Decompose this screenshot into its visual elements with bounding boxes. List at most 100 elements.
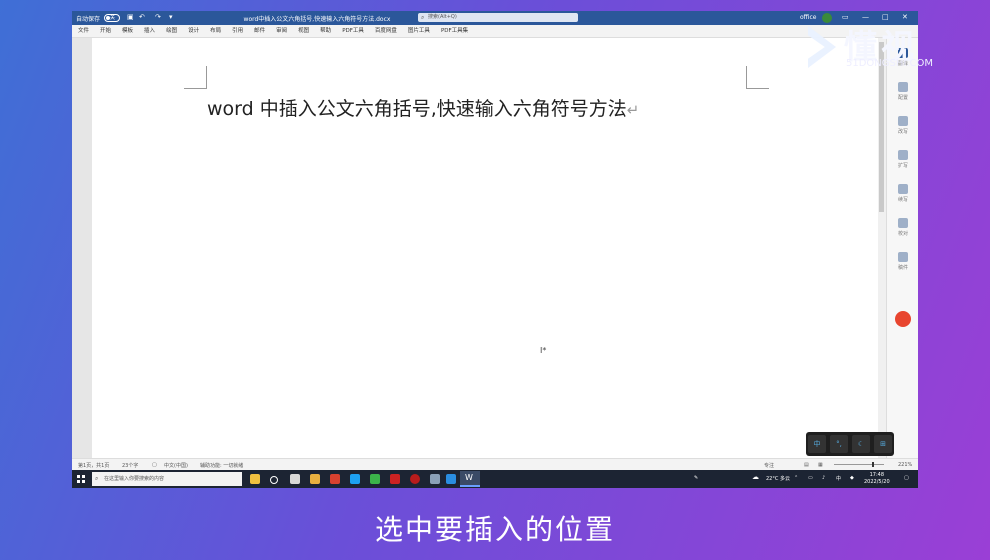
tab-design[interactable]: 设计 [188, 25, 199, 37]
read-mode-icon[interactable]: ▤ [804, 462, 809, 468]
ime-toolbar: 中 °, ☾ ⊞ [806, 432, 894, 456]
print-layout-icon[interactable]: ▦ [818, 462, 823, 468]
notification-icon[interactable]: ▢ [904, 475, 909, 481]
word-count[interactable]: 23个字 [122, 462, 138, 469]
expand-icon [898, 150, 908, 160]
side-item-label: 校对 [897, 231, 908, 237]
side-item-rewrite[interactable]: 改写 [887, 116, 918, 135]
app-red-icon[interactable] [390, 474, 400, 484]
search-placeholder: 搜索(Alt+Q) [428, 14, 457, 20]
tab-references[interactable]: 引用 [232, 25, 243, 37]
proofing-icon[interactable]: ▢ [152, 462, 157, 468]
zoom-level[interactable]: 221% [898, 462, 912, 468]
pen-icon[interactable]: ✎ [694, 475, 698, 481]
side-item-label: 续写 [897, 197, 908, 203]
autosave-toggle-label: 关 [110, 15, 116, 21]
ime-indicator[interactable]: 中 [836, 475, 841, 482]
weather-text[interactable]: 22°C 多云 [766, 475, 790, 482]
tab-layout[interactable]: 布局 [210, 25, 221, 37]
search-input[interactable]: ⌕ 搜索(Alt+Q) [418, 13, 578, 22]
record-icon[interactable] [410, 474, 420, 484]
focus-mode[interactable]: 专注 [764, 462, 774, 469]
tab-review[interactable]: 审阅 [276, 25, 287, 37]
document-canvas: word 中插入公文六角括号,快速输入六角符号方法↵ I* [72, 38, 918, 458]
page-count[interactable]: 第1页，共1页 [78, 462, 109, 469]
taskbar: ⌕ 在这里输入你要搜索的内容 ✎ ☁ 22°C 多云 ⌃ ▭ ♪ 中 ◆ 17:… [72, 470, 918, 488]
undo-icon[interactable]: ↶ [139, 13, 145, 21]
zoom-slider[interactable] [834, 464, 884, 465]
language[interactable]: 中文(中国) [164, 462, 188, 469]
side-item-drafts[interactable]: 稿件 [887, 252, 918, 271]
cloud-icon: ☁ [752, 473, 759, 481]
mouse-cursor: I* [540, 346, 547, 355]
margin-corner-top-right [746, 66, 769, 89]
search-icon: ⌕ [95, 475, 99, 482]
account-name[interactable]: office [800, 14, 816, 21]
wechat-icon[interactable] [370, 474, 380, 484]
tab-draw[interactable]: 绘图 [166, 25, 177, 37]
taskbar-search-input[interactable]: ⌕ 在这里输入你要搜索的内容 [92, 472, 242, 486]
app-gray-icon[interactable] [430, 474, 440, 484]
side-item-config[interactable]: 配置 [887, 82, 918, 101]
redo-icon[interactable]: ↷ [155, 13, 161, 21]
tab-pdf-tools[interactable]: PDF工具 [342, 25, 364, 37]
tab-pdf-toolset[interactable]: PDF工具集 [441, 25, 468, 37]
tab-mailings[interactable]: 邮件 [254, 25, 265, 37]
shield-icon[interactable]: ◆ [850, 475, 854, 481]
save-icon[interactable]: ▣ [127, 13, 134, 21]
title-bar: 自动保存 关 ▣ ↶ ↷ ▾ word中插入公文六角括号,快速输入六角符号方法.… [72, 11, 918, 25]
ribbon-tabs: 文件 开始 模板 插入 绘图 设计 布局 引用 邮件 审阅 视图 帮助 PDF工… [72, 25, 918, 38]
side-item-continue[interactable]: 续写 [887, 184, 918, 203]
time: 17:48 [869, 472, 885, 478]
search-icon: ⌕ [421, 14, 425, 21]
proofread-icon [898, 218, 908, 228]
taskbar-search-placeholder: 在这里输入你要搜索的内容 [104, 476, 165, 482]
tab-view[interactable]: 视图 [298, 25, 309, 37]
date: 2022/5/20 [864, 479, 890, 485]
pinned-app-icon[interactable] [250, 474, 260, 484]
side-item-label: 配置 [897, 95, 908, 101]
document-heading[interactable]: word 中插入公文六角括号,快速输入六角符号方法↵ [207, 94, 639, 121]
brand-site: 51DONGSHI.COM [846, 58, 934, 69]
tab-picture-tools[interactable]: 图片工具 [408, 25, 430, 37]
app-blue-icon[interactable] [446, 474, 456, 484]
accessibility-status[interactable]: 辅助功能: 一切就绪 [200, 462, 243, 469]
task-view-icon[interactable] [270, 476, 278, 484]
clock[interactable]: 17:48 2022/5/20 [864, 472, 890, 486]
tab-file[interactable]: 文件 [78, 25, 89, 37]
task-switch-icon[interactable] [290, 474, 300, 484]
ime-chinese-button[interactable]: 中 [808, 435, 826, 453]
side-item-label: 扩写 [897, 163, 908, 169]
tab-baidu-pan[interactable]: 百度网盘 [375, 25, 397, 37]
side-item-proofread[interactable]: 校对 [887, 218, 918, 237]
windows-start-icon[interactable] [77, 475, 85, 483]
tab-insert[interactable]: 插入 [144, 25, 155, 37]
edge-icon[interactable] [350, 474, 360, 484]
vertical-scrollbar[interactable] [878, 38, 886, 458]
ime-punctuation-button[interactable]: °, [830, 435, 848, 453]
tab-home[interactable]: 开始 [100, 25, 111, 37]
ime-keyboard-button[interactable]: ⊞ [874, 435, 892, 453]
word-taskbar-icon[interactable] [460, 471, 480, 487]
avatar[interactable] [822, 13, 832, 23]
video-caption: 选中要插入的位置 [374, 513, 615, 546]
document-title: word中插入公文六角括号,快速输入六角符号方法.docx [243, 16, 391, 23]
side-item-expand[interactable]: 扩写 [887, 150, 918, 169]
file-explorer-icon[interactable] [310, 474, 320, 484]
continue-icon [898, 184, 908, 194]
assistant-badge-icon[interactable] [895, 311, 911, 327]
chat-icon [898, 252, 908, 262]
margin-corner-top-left [184, 66, 207, 89]
tray-up-icon[interactable]: ⌃ [794, 475, 798, 481]
customize-icon[interactable]: ▾ [169, 13, 173, 21]
ime-moon-button[interactable]: ☾ [852, 435, 870, 453]
tab-template[interactable]: 模板 [122, 25, 133, 37]
tab-help[interactable]: 帮助 [320, 25, 331, 37]
app-qq-icon[interactable] [330, 474, 340, 484]
network-icon[interactable]: ▭ [808, 475, 813, 481]
document-page[interactable]: word 中插入公文六角括号,快速输入六角符号方法↵ I* [92, 38, 882, 458]
word-window: 自动保存 关 ▣ ↶ ↷ ▾ word中插入公文六角括号,快速输入六角符号方法.… [72, 11, 918, 488]
zoom-slider-knob[interactable] [872, 462, 874, 467]
config-icon [898, 82, 908, 92]
volume-icon[interactable]: ♪ [822, 475, 825, 481]
